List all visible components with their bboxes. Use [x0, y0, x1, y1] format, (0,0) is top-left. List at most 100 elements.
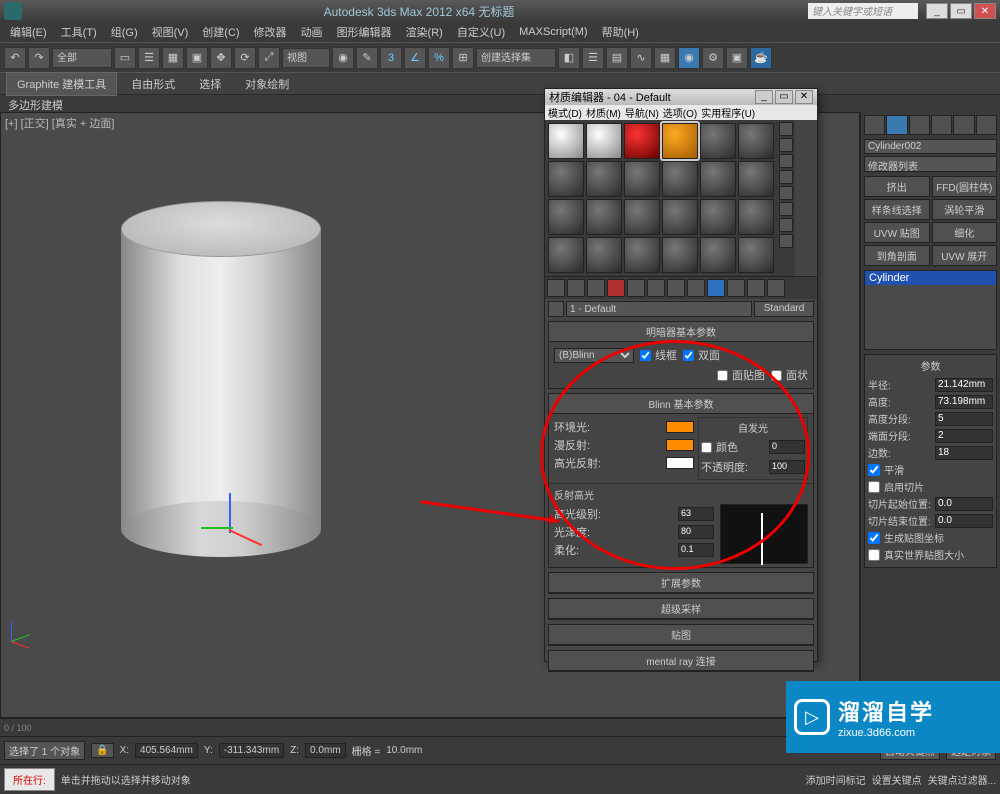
- menu-tools[interactable]: 工具(T): [55, 22, 103, 42]
- select-name-button[interactable]: ☰: [138, 47, 160, 69]
- select-button[interactable]: ▭: [114, 47, 136, 69]
- menu-animation[interactable]: 动画: [295, 22, 329, 42]
- mat-menu-utils[interactable]: 实用程序(U): [701, 105, 755, 120]
- facemap-checkbox[interactable]: [717, 370, 728, 381]
- background-icon[interactable]: [779, 154, 793, 168]
- diffuse-swatch[interactable]: [666, 439, 694, 451]
- rollout-header[interactable]: 参数: [868, 358, 993, 373]
- y-coord[interactable]: -311.343mm: [219, 743, 284, 758]
- slicefrom-spinner[interactable]: 0.0: [935, 497, 993, 511]
- named-sel-set[interactable]: 创建选择集: [476, 48, 556, 68]
- video-color-icon[interactable]: [779, 186, 793, 200]
- selection-filter[interactable]: 全部: [52, 48, 112, 68]
- material-slot-17[interactable]: [700, 199, 736, 235]
- go-parent-icon[interactable]: [747, 279, 765, 297]
- reset-map-icon[interactable]: [607, 279, 625, 297]
- material-slot-1[interactable]: [548, 123, 584, 159]
- material-slot-14[interactable]: [586, 199, 622, 235]
- material-slot-15[interactable]: [624, 199, 660, 235]
- now-button[interactable]: 所在行:: [4, 768, 55, 791]
- x-coord[interactable]: 405.564mm: [135, 743, 198, 758]
- material-slot-3[interactable]: [624, 123, 660, 159]
- spinner-snap[interactable]: ⊞: [452, 47, 474, 69]
- menu-customize[interactable]: 自定义(U): [451, 22, 511, 42]
- put-to-scene-icon[interactable]: [567, 279, 585, 297]
- make-unique-icon[interactable]: [647, 279, 665, 297]
- opacity-spinner[interactable]: 100: [769, 460, 805, 474]
- material-slot-13[interactable]: [548, 199, 584, 235]
- pick-material-icon[interactable]: [548, 301, 564, 317]
- close-button[interactable]: ✕: [974, 3, 996, 19]
- menu-rendering[interactable]: 渲染(R): [400, 22, 449, 42]
- backlight-icon[interactable]: [779, 138, 793, 152]
- ref-coord[interactable]: 视图: [282, 48, 330, 68]
- pivot-button[interactable]: ◉: [332, 47, 354, 69]
- schematic-button[interactable]: ▦: [654, 47, 676, 69]
- material-slot-2[interactable]: [586, 123, 622, 159]
- supersample-header[interactable]: 超级采样: [549, 599, 813, 619]
- material-slot-16[interactable]: [662, 199, 698, 235]
- material-editor-button[interactable]: ◉: [678, 47, 700, 69]
- rollout-blinn-header[interactable]: Blinn 基本参数: [549, 394, 813, 414]
- sample-uv-icon[interactable]: [779, 170, 793, 184]
- add-time-tag[interactable]: 添加时间标记: [806, 772, 866, 787]
- layers-button[interactable]: ▤: [606, 47, 628, 69]
- slice-checkbox[interactable]: [868, 481, 880, 493]
- scale-button[interactable]: ⤢: [258, 47, 280, 69]
- ribbon-tab-selection[interactable]: 选择: [189, 73, 231, 95]
- get-material-icon[interactable]: [547, 279, 565, 297]
- go-forward-icon[interactable]: [767, 279, 785, 297]
- material-slot-6[interactable]: [738, 123, 774, 159]
- show-end-result-icon[interactable]: [727, 279, 745, 297]
- selfillum-spinner[interactable]: 0: [769, 440, 805, 454]
- material-slot-24[interactable]: [738, 237, 774, 273]
- modifier-list[interactable]: 修改器列表: [864, 156, 997, 172]
- menu-group[interactable]: 组(G): [105, 22, 144, 42]
- options-icon[interactable]: [779, 218, 793, 232]
- help-search[interactable]: 键入关键字或短语: [808, 3, 918, 19]
- faceted-checkbox[interactable]: [771, 370, 782, 381]
- tab-display[interactable]: [953, 115, 974, 135]
- material-type-button[interactable]: Standard: [754, 301, 814, 317]
- z-coord[interactable]: 0.0mm: [305, 743, 346, 758]
- ribbon-tab-freeform[interactable]: 自由形式: [121, 73, 185, 95]
- redo-button[interactable]: ↷: [28, 47, 50, 69]
- material-editor-window[interactable]: 材质编辑器 - 04 - Default _ ▭ ✕ 模式(D) 材质(M) 导…: [544, 88, 818, 662]
- menu-grapheditors[interactable]: 图形编辑器: [331, 22, 398, 42]
- material-slot-7[interactable]: [548, 161, 584, 197]
- rollout-extended[interactable]: 扩展参数: [548, 572, 814, 594]
- material-slot-4[interactable]: [662, 123, 698, 159]
- viewport-label[interactable]: [+] [正交] [真实 + 边面]: [5, 115, 114, 131]
- btn-tessellate[interactable]: 细化: [932, 222, 998, 243]
- setkey-button[interactable]: 设置关键点: [872, 772, 922, 787]
- tab-utilities[interactable]: [976, 115, 997, 135]
- mentalray-header[interactable]: mental ray 连接: [549, 651, 813, 671]
- btn-uvwmap[interactable]: UVW 贴图: [864, 222, 930, 243]
- menu-help[interactable]: 帮助(H): [596, 22, 645, 42]
- menu-edit[interactable]: 编辑(E): [4, 22, 53, 42]
- hseg-spinner[interactable]: 5: [935, 412, 993, 426]
- align-button[interactable]: ☰: [582, 47, 604, 69]
- twoside-checkbox[interactable]: [683, 350, 694, 361]
- wire-checkbox[interactable]: [640, 350, 651, 361]
- render-setup-button[interactable]: ⚙: [702, 47, 724, 69]
- cseg-spinner[interactable]: 2: [935, 429, 993, 443]
- transform-gizmo[interactable]: [201, 493, 261, 553]
- make-preview-icon[interactable]: [779, 202, 793, 216]
- btn-extrude[interactable]: 挤出: [864, 176, 930, 197]
- menu-views[interactable]: 视图(V): [146, 22, 195, 42]
- rollout-maps[interactable]: 贴图: [548, 624, 814, 646]
- assign-material-icon[interactable]: [587, 279, 605, 297]
- curve-editor-button[interactable]: ∿: [630, 47, 652, 69]
- smooth-checkbox[interactable]: [868, 464, 880, 476]
- height-spinner[interactable]: 73.198mm: [935, 395, 993, 409]
- window-crossing[interactable]: ▣: [186, 47, 208, 69]
- selfillum-color-checkbox[interactable]: [701, 442, 712, 453]
- material-slot-22[interactable]: [662, 237, 698, 273]
- percent-snap[interactable]: %: [428, 47, 450, 69]
- sliceto-spinner[interactable]: 0.0: [935, 514, 993, 528]
- material-slot-20[interactable]: [586, 237, 622, 273]
- mat-id-icon[interactable]: [687, 279, 705, 297]
- btn-spline[interactable]: 样条线选择: [864, 199, 930, 220]
- mat-menu-mode[interactable]: 模式(D): [548, 105, 582, 120]
